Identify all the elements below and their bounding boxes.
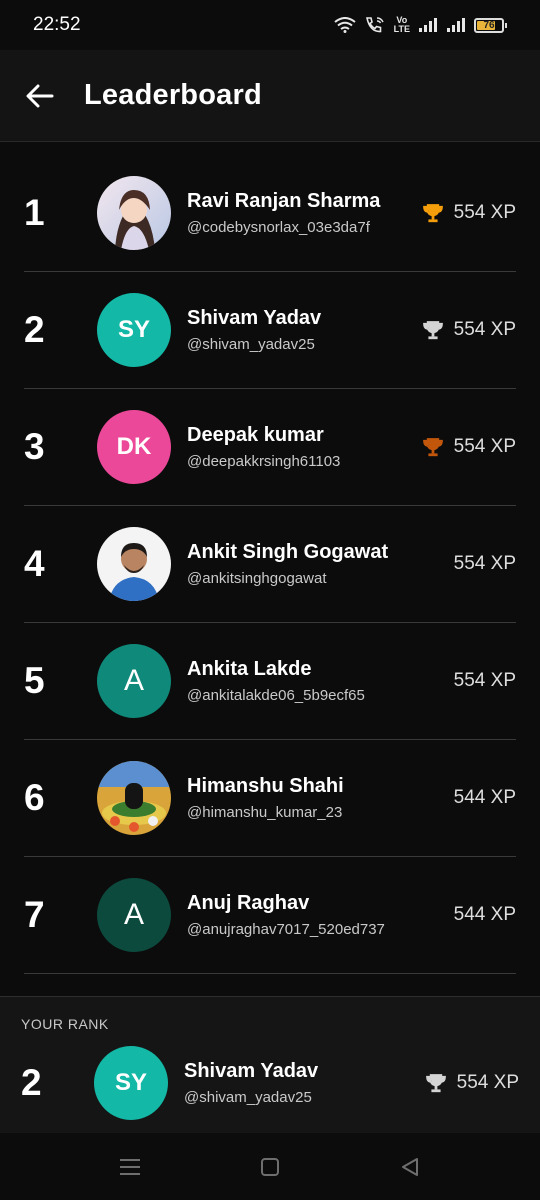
avatar-initials: SY — [94, 1046, 168, 1120]
wifi-icon — [334, 17, 356, 33]
user-name: Shivam Yadav — [184, 1060, 319, 1082]
user-name: Shivam Yadav — [187, 307, 322, 329]
square-icon — [261, 1157, 279, 1176]
page-title: Leaderboard — [84, 79, 262, 111]
avatar-initials: DK — [97, 410, 171, 484]
status-time: 22:52 — [33, 14, 81, 35]
avatar-photo — [97, 761, 171, 835]
menu-lines-icon — [120, 1158, 140, 1175]
trophy-gold-icon — [422, 204, 443, 223]
signal-icon — [419, 18, 437, 32]
xp-value: 554 XP — [453, 319, 516, 340]
status-icons: Vo LTE 76 — [334, 15, 507, 34]
avatar-photo — [97, 527, 171, 601]
leaderboard-row-6[interactable]: 6 Himanshu Shahi @himanshu_kumar_23 544 … — [24, 740, 516, 857]
xp-value: 554 XP — [453, 436, 516, 457]
leaderboard-row-5[interactable]: 5 A Ankita Lakde @ankitalakde06_5b9ecf65… — [24, 623, 516, 740]
avatar-initials: A — [97, 878, 171, 952]
rank-number: 3 — [24, 426, 45, 467]
user-handle: @anujraghav7017_520ed737 — [187, 921, 385, 938]
trophy-bronze-icon — [422, 438, 443, 457]
recent-apps-button[interactable] — [110, 1147, 150, 1187]
user-handle: @ankitsinghgogawat — [187, 570, 327, 587]
leaderboard-row-4[interactable]: 4 Ankit Singh Gogawat @ankitsinghgogawat… — [24, 506, 516, 623]
xp-value: 554 XP — [456, 1072, 519, 1093]
rank-number: 7 — [24, 894, 45, 935]
user-name: Deepak kumar — [187, 424, 324, 446]
leaderboard-row-7[interactable]: 7 A Anuj Raghav @anujraghav7017_520ed737… — [24, 857, 516, 974]
xp-value: 544 XP — [453, 904, 516, 925]
your-rank-row[interactable]: 2 SY Shivam Yadav @shivam_yadav25 554 XP — [21, 1045, 519, 1121]
leaderboard-row-1[interactable]: 1 Ravi Ranjan Sharma @codebysnorlax_03e3… — [24, 155, 516, 272]
user-name: Ravi Ranjan Sharma — [187, 190, 381, 212]
your-rank-panel: YOUR RANK 2 SY Shivam Yadav @shivam_yada… — [0, 996, 540, 1133]
leaderboard-row-3[interactable]: 3 DK Deepak kumar @deepakkrsingh61103 55… — [24, 389, 516, 506]
battery-icon: 76 — [474, 17, 507, 33]
user-handle: @shivam_yadav25 — [184, 1089, 312, 1106]
user-handle: @codebysnorlax_03e3da7f — [187, 219, 370, 236]
rank-number: 4 — [24, 543, 45, 584]
user-name: Anuj Raghav — [187, 892, 310, 914]
user-name: Ankita Lakde — [187, 658, 312, 680]
user-handle: @ankitalakde06_5b9ecf65 — [187, 687, 365, 704]
avatar-photo — [97, 176, 171, 250]
xp-value: 554 XP — [453, 670, 516, 691]
xp-value: 554 XP — [453, 553, 516, 574]
leaderboard-list: 1 Ravi Ranjan Sharma @codebysnorlax_03e3… — [24, 155, 516, 974]
status-bar: 22:52 Vo LTE 76 — [0, 0, 540, 50]
triangle-back-icon — [402, 1157, 418, 1176]
arrow-left-icon — [26, 84, 54, 107]
volte-icon: Vo LTE — [393, 15, 410, 34]
battery-level: 76 — [483, 19, 495, 31]
rank-number: 5 — [24, 660, 45, 701]
user-handle: @deepakkrsingh61103 — [187, 453, 341, 470]
xp-value: 544 XP — [453, 787, 516, 808]
app-bar: Leaderboard — [0, 50, 540, 142]
trophy-silver-icon — [425, 1074, 446, 1093]
user-handle: @shivam_yadav25 — [187, 336, 315, 353]
your-rank-label: YOUR RANK — [21, 1016, 109, 1032]
user-name: Himanshu Shahi — [187, 775, 344, 797]
rank-number: 2 — [21, 1062, 42, 1103]
trophy-silver-icon — [422, 321, 443, 340]
rank-number: 6 — [24, 777, 45, 818]
rank-number: 2 — [24, 309, 45, 350]
home-button[interactable] — [250, 1147, 290, 1187]
user-handle: @himanshu_kumar_23 — [187, 804, 343, 821]
signal-icon-2 — [447, 18, 465, 32]
system-back-button[interactable] — [390, 1147, 430, 1187]
rank-number: 1 — [24, 192, 45, 233]
leaderboard-row-2[interactable]: 2 SY Shivam Yadav @shivam_yadav25 554 XP — [24, 272, 516, 389]
xp-value: 554 XP — [453, 202, 516, 223]
avatar-initials: A — [97, 644, 171, 718]
system-nav-bar — [0, 1133, 540, 1200]
avatar-initials: SY — [97, 293, 171, 367]
back-button[interactable] — [20, 76, 60, 116]
user-name: Ankit Singh Gogawat — [187, 541, 389, 563]
call-wifi-icon — [365, 17, 384, 33]
